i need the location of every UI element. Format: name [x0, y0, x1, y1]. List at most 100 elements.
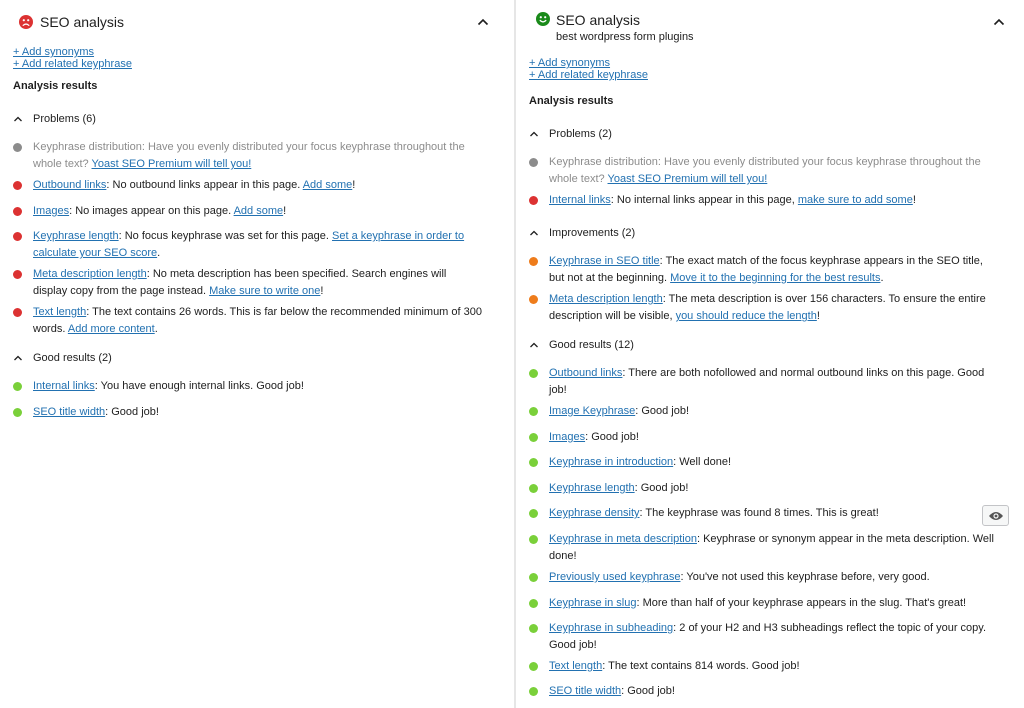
gray-bullet-icon [529, 158, 538, 167]
result-item: Keyphrase length: Good job! [529, 480, 999, 497]
result-link[interactable]: Text length [549, 660, 602, 672]
result-item: Keyphrase in SEO title: The exact match … [529, 253, 999, 287]
result-item: Keyphrase distribution: Have you evenly … [13, 139, 483, 173]
good-results-toggle[interactable]: Good results (2) [13, 352, 112, 364]
chevron-up-icon [530, 230, 538, 236]
action-link[interactable]: Make sure to write one [209, 285, 320, 297]
problems-toggle[interactable]: Problems (2) [529, 128, 612, 140]
result-link[interactable]: Images [549, 431, 585, 443]
red-bullet-icon [13, 308, 22, 317]
red-bullet-icon [529, 196, 538, 205]
action-link[interactable]: you should reduce the length [676, 310, 817, 322]
result-link[interactable]: Outbound links [549, 367, 622, 379]
punct: ! [283, 205, 287, 217]
result-item: Internal links: No internal links appear… [529, 192, 999, 209]
eye-icon [988, 511, 1003, 520]
group-count: (12) [614, 339, 634, 351]
result-text: : You have enough internal links. Good j… [94, 380, 304, 392]
result-link[interactable]: Keyphrase in meta description [549, 533, 697, 545]
action-link[interactable]: Add some [234, 205, 284, 217]
result-link[interactable]: Keyphrase in subheading [549, 622, 673, 634]
result-link[interactable]: Internal links [33, 380, 95, 392]
group-count: (2) [598, 128, 612, 140]
good-results-toggle[interactable]: Good results (12) [529, 339, 634, 351]
panel-title: SEO analysis [556, 12, 641, 28]
chevron-up-icon [14, 355, 22, 361]
result-item: Keyphrase in meta description: Keyphrase… [529, 531, 999, 565]
group-count: (2) [98, 352, 112, 364]
result-link[interactable]: Meta description length [33, 268, 147, 280]
chevron-up-icon [14, 116, 22, 122]
result-link[interactable]: Outbound links [33, 179, 106, 191]
group-label: Improvements [549, 227, 619, 239]
result-text: : Good job! [585, 431, 639, 443]
result-link[interactable]: Keyphrase length [33, 230, 119, 242]
result-item: Meta description length: The meta descri… [529, 291, 999, 325]
result-item: Internal links: You have enough internal… [13, 378, 483, 395]
green-bullet-icon [529, 509, 538, 518]
action-link[interactable]: Add more content [68, 323, 155, 335]
result-item: Text length: The text contains 26 words.… [13, 304, 483, 338]
improvements-toggle[interactable]: Improvements (2) [529, 227, 635, 239]
chevron-up-icon[interactable] [992, 15, 1006, 29]
result-link[interactable]: SEO title width [549, 685, 621, 697]
result-text: : No internal links appear in this page, [610, 194, 798, 206]
result-item: Images: No images appear on this page. A… [13, 203, 483, 220]
premium-link[interactable]: Yoast SEO Premium will tell you! [608, 173, 768, 185]
action-link[interactable]: Move it to the beginning for the best re… [670, 272, 880, 284]
seo-analysis-panel-right: SEO analysis best wordpress form plugins… [516, 0, 1024, 708]
result-link[interactable]: Keyphrase length [549, 482, 635, 494]
result-link[interactable]: Meta description length [549, 293, 663, 305]
result-link[interactable]: Image Keyphrase [549, 405, 635, 417]
result-item: Keyphrase in slug: More than half of you… [529, 595, 999, 612]
green-bullet-icon [13, 408, 22, 417]
focus-keyphrase: best wordpress form plugins [556, 31, 694, 43]
add-synonyms-link[interactable]: + Add synonyms [529, 57, 648, 69]
group-count: (6) [82, 113, 96, 125]
result-text: : Good job! [634, 482, 689, 494]
punct: . [157, 247, 161, 259]
punct: ! [320, 285, 324, 297]
result-item: Outbound links: There are both nofollowe… [529, 365, 999, 399]
red-bullet-icon [13, 270, 22, 279]
result-link[interactable]: Internal links [549, 194, 611, 206]
result-link[interactable]: SEO title width [33, 406, 105, 418]
green-bullet-icon [529, 599, 538, 608]
add-synonyms-link[interactable]: + Add synonyms [13, 46, 132, 58]
punct: ! [352, 179, 356, 191]
result-link[interactable]: Images [33, 205, 69, 217]
green-bullet-icon [529, 433, 538, 442]
result-item: Keyphrase in subheading: 2 of your H2 an… [529, 620, 999, 654]
chevron-up-icon [530, 342, 538, 348]
add-related-keyphrase-link[interactable]: + Add related keyphrase [529, 69, 648, 81]
result-link[interactable]: Previously used keyphrase [549, 571, 680, 583]
result-link[interactable]: Text length [33, 306, 86, 318]
green-bullet-icon [529, 662, 538, 671]
result-item: Previously used keyphrase: You've not us… [529, 569, 999, 586]
green-bullet-icon [529, 484, 538, 493]
eye-toggle-button[interactable] [982, 505, 1009, 526]
result-text: : Well done! [673, 456, 732, 468]
result-text: : No outbound links appear in this page. [106, 179, 303, 191]
result-link[interactable]: Keyphrase in introduction [549, 456, 673, 468]
panel-title: SEO analysis [40, 14, 125, 30]
result-item: Meta description length: No meta descrip… [13, 266, 483, 300]
group-label: Good results [33, 352, 96, 364]
action-link[interactable]: Add some [303, 179, 353, 191]
premium-link[interactable]: Yoast SEO Premium will tell you! [92, 158, 252, 170]
result-link[interactable]: Keyphrase in slug [549, 597, 636, 609]
green-bullet-icon [529, 687, 538, 696]
action-link[interactable]: make sure to add some [798, 194, 913, 206]
sad-face-icon [19, 15, 33, 29]
result-item: Outbound links: No outbound links appear… [13, 177, 483, 194]
chevron-up-icon[interactable] [476, 15, 490, 29]
red-bullet-icon [13, 207, 22, 216]
result-item: Keyphrase in introduction: Well done! [529, 454, 999, 471]
problems-toggle[interactable]: Problems (6) [13, 113, 96, 125]
seo-analysis-panel-left: SEO analysis + Add synonyms + Add relate… [0, 0, 514, 708]
add-related-keyphrase-link[interactable]: + Add related keyphrase [13, 58, 132, 70]
result-item: SEO title width: Good job! [529, 683, 999, 700]
result-link[interactable]: Keyphrase density [549, 507, 640, 519]
result-link[interactable]: Keyphrase in SEO title [549, 255, 660, 267]
orange-bullet-icon [529, 295, 538, 304]
